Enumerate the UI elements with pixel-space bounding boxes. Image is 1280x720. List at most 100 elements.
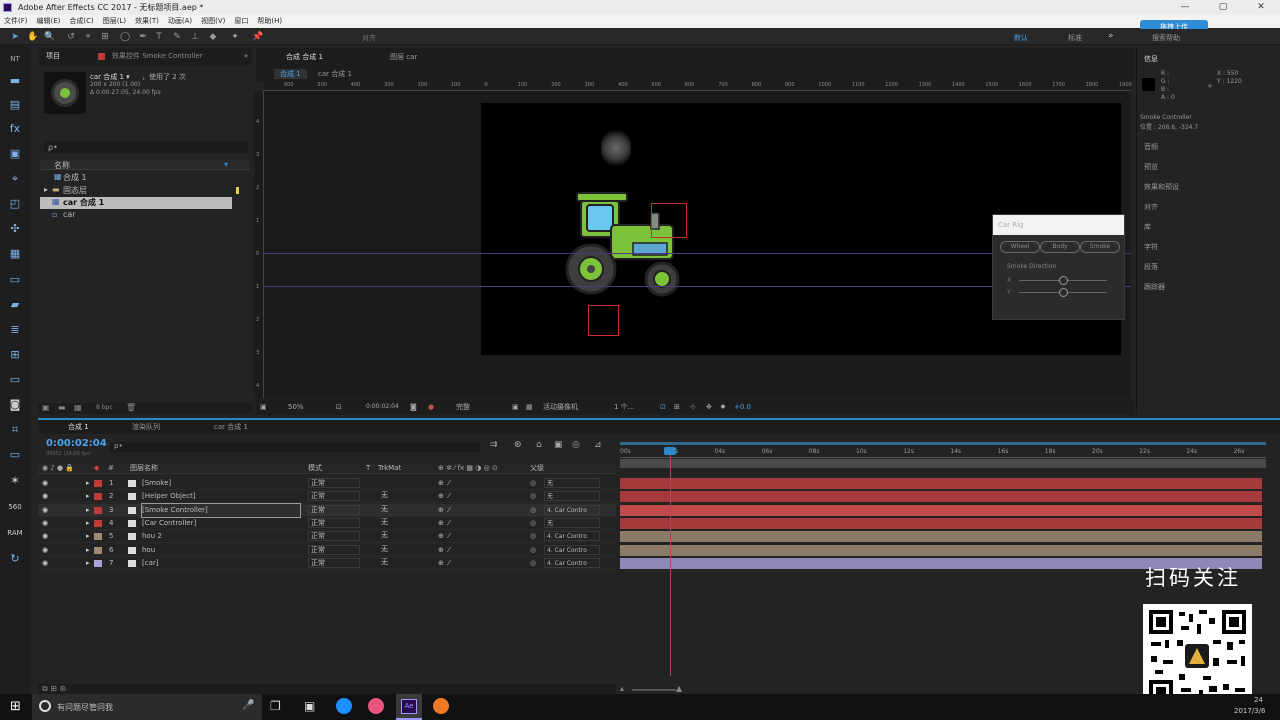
- comp-flow-icon[interactable]: ⇉: [490, 440, 498, 450]
- pickwhip-icon[interactable]: ◎: [530, 544, 536, 557]
- layer-name[interactable]: [Smoke Controller]: [141, 502, 301, 518]
- table-row[interactable]: ◉ ▸ 2 [Helper Object] 正常 无 ⊕ ⁄ ◎ 无: [38, 490, 616, 504]
- table-row[interactable]: ◉ ▸ 1 [Smoke] 正常 ⊕ ⁄ ◎ 无: [38, 477, 616, 490]
- tiles-icon[interactable]: ⊞: [7, 348, 23, 362]
- layer-icon[interactable]: ▣: [7, 147, 23, 161]
- panel-menu-icon[interactable]: »: [244, 48, 248, 65]
- ellipse-tool-icon[interactable]: ◯: [120, 32, 130, 42]
- body-button[interactable]: Body: [1040, 241, 1080, 253]
- list-item[interactable]: ▦ car 合成 1: [40, 197, 232, 209]
- label-color-swatch[interactable]: [94, 533, 102, 541]
- pickwhip-icon[interactable]: ◎: [530, 530, 536, 543]
- range-navigator[interactable]: [620, 459, 1266, 468]
- table-row[interactable]: ◉ ▸ 7 [car] 正常 无 ⊕ ⁄ ◎ 4. Car Contro: [38, 557, 616, 570]
- mic-icon[interactable]: 🎤: [242, 700, 254, 711]
- trkmat-select[interactable]: 无: [378, 505, 430, 515]
- work-area-range[interactable]: [620, 442, 1266, 445]
- expand-layer-icon[interactable]: ▸: [86, 517, 90, 530]
- time-ruler[interactable]: 00s02s04s06s08s10s12s14s16s18s20s22s24s2…: [620, 442, 1266, 458]
- visibility-eye-icon[interactable]: ◉: [42, 557, 48, 570]
- selection-tool-icon[interactable]: ➤: [10, 32, 20, 42]
- col-mode[interactable]: 模式: [308, 463, 322, 474]
- type-tool-icon[interactable]: T: [154, 32, 164, 42]
- wheel-button[interactable]: Wheel: [1000, 241, 1040, 253]
- layer-name[interactable]: [Car Controller]: [142, 517, 196, 530]
- playhead-line[interactable]: [670, 450, 671, 676]
- menu-view[interactable]: 视图(V): [201, 15, 225, 28]
- zoom-select[interactable]: 50%: [288, 399, 304, 415]
- col-parent[interactable]: 父级: [530, 463, 544, 474]
- table-row[interactable]: ◉ ▸ 3 [Smoke Controller] 正常 无 ⊕ ⁄ ◎ 4. Car Contr…: [38, 502, 616, 518]
- visibility-eye-icon[interactable]: ◉: [42, 544, 48, 557]
- breadcrumb-comp[interactable]: 合成 1: [274, 69, 307, 79]
- monitor-icon[interactable]: ▭: [7, 373, 23, 387]
- cortana-search[interactable]: 有问题尽管问我 🎤: [32, 694, 262, 720]
- blend-mode-select[interactable]: 正常: [308, 478, 360, 488]
- label-color-swatch[interactable]: [94, 519, 102, 527]
- tab-comp-1[interactable]: 合成 1: [68, 420, 89, 434]
- browser-icon[interactable]: [336, 698, 352, 714]
- zoom-tool-icon[interactable]: 🔍: [44, 32, 55, 42]
- panel-character[interactable]: 字符: [1144, 242, 1158, 252]
- workspace-standard[interactable]: 标准: [1068, 33, 1082, 43]
- roi-icon[interactable]: ▣: [512, 399, 519, 415]
- crop-icon[interactable]: ⌗: [7, 423, 23, 437]
- shy-icon[interactable]: ⌂: [536, 440, 542, 450]
- roto-brush-tool-icon[interactable]: ✦: [230, 32, 240, 42]
- camera-icon[interactable]: ◙: [7, 398, 23, 412]
- frame-blend-icon[interactable]: ▣: [554, 440, 563, 450]
- draft-3d-icon[interactable]: ⊛: [514, 440, 522, 450]
- channel-icon[interactable]: ●: [428, 399, 434, 415]
- anchor-icon[interactable]: ⌖: [7, 172, 23, 186]
- menu-composition[interactable]: 合成(C): [69, 15, 93, 28]
- label-color-swatch[interactable]: [94, 493, 102, 501]
- exposure-value[interactable]: +0.0: [734, 399, 751, 415]
- parent-select[interactable]: 无: [544, 491, 600, 502]
- visibility-eye-icon[interactable]: ◉: [42, 530, 48, 543]
- new-folder-icon[interactable]: ▬: [58, 403, 66, 412]
- layer-name[interactable]: hou: [142, 544, 155, 557]
- breadcrumb-car[interactable]: car 合成 1: [318, 69, 352, 79]
- camera-tool-icon[interactable]: ⌖: [83, 32, 93, 42]
- car-icon[interactable]: ▬: [7, 74, 23, 88]
- current-timecode[interactable]: 0:00:02:04: [46, 438, 107, 449]
- pickwhip-icon[interactable]: ◎: [530, 477, 536, 490]
- eraser-tool-icon[interactable]: ◆: [208, 32, 218, 42]
- layer-duration-bar[interactable]: [620, 544, 1262, 556]
- windows-start-icon[interactable]: ⊞: [10, 699, 21, 714]
- panel-libraries[interactable]: 库: [1144, 222, 1151, 232]
- sparkle-icon[interactable]: ✶: [7, 474, 23, 488]
- list-item[interactable]: ▫ car: [40, 210, 250, 222]
- pickwhip-icon[interactable]: ◎: [530, 557, 536, 570]
- hand-tool-icon[interactable]: ✋: [27, 32, 38, 42]
- trkmat-select[interactable]: 无: [378, 558, 430, 568]
- expand-layer-icon[interactable]: ▸: [86, 557, 90, 570]
- panel-effects-presets[interactable]: 效果和预设: [1144, 182, 1179, 192]
- fx-icon[interactable]: fx: [7, 122, 23, 136]
- refresh-icon[interactable]: ↻: [7, 552, 23, 566]
- camera-select[interactable]: 活动摄像机: [543, 399, 578, 415]
- tab-render-queue[interactable]: 渲染队列: [132, 420, 160, 434]
- comp-flowchart-icon[interactable]: ⊹: [690, 399, 696, 415]
- layer-name[interactable]: [Smoke]: [142, 477, 171, 490]
- list-item[interactable]: ▸ ▬ 固态层: [40, 185, 250, 197]
- motion-blur-icon[interactable]: ◎: [572, 440, 580, 450]
- visibility-eye-icon[interactable]: ◉: [42, 477, 48, 490]
- timeline-search-input[interactable]: ρ•: [110, 442, 480, 452]
- graph-editor-icon[interactable]: ⊿: [594, 440, 602, 450]
- x-slider-handle[interactable]: [1059, 276, 1068, 285]
- list-icon[interactable]: ≣: [7, 323, 23, 337]
- layer-switches-icon[interactable]: ⊕ ⁄: [438, 544, 449, 557]
- tab-effect-controls[interactable]: 效果控件 Smoke Controller: [112, 48, 203, 65]
- more-workspaces-icon[interactable]: »: [1108, 31, 1114, 41]
- fast-previews-icon[interactable]: ⊡: [660, 399, 666, 415]
- sort-arrow-icon[interactable]: ▾: [224, 160, 228, 169]
- parent-select[interactable]: 4. Car Contro: [544, 504, 600, 515]
- workspace-default[interactable]: 默认: [1014, 33, 1028, 43]
- menu-layer[interactable]: 图层(L): [103, 15, 126, 28]
- menu-animation[interactable]: 动画(A): [168, 15, 192, 28]
- blend-mode-select[interactable]: 正常: [308, 544, 360, 555]
- new-comp-icon[interactable]: ▦: [74, 403, 82, 412]
- blend-mode-select[interactable]: 正常: [308, 504, 360, 515]
- views-select[interactable]: 1 个...: [614, 399, 634, 415]
